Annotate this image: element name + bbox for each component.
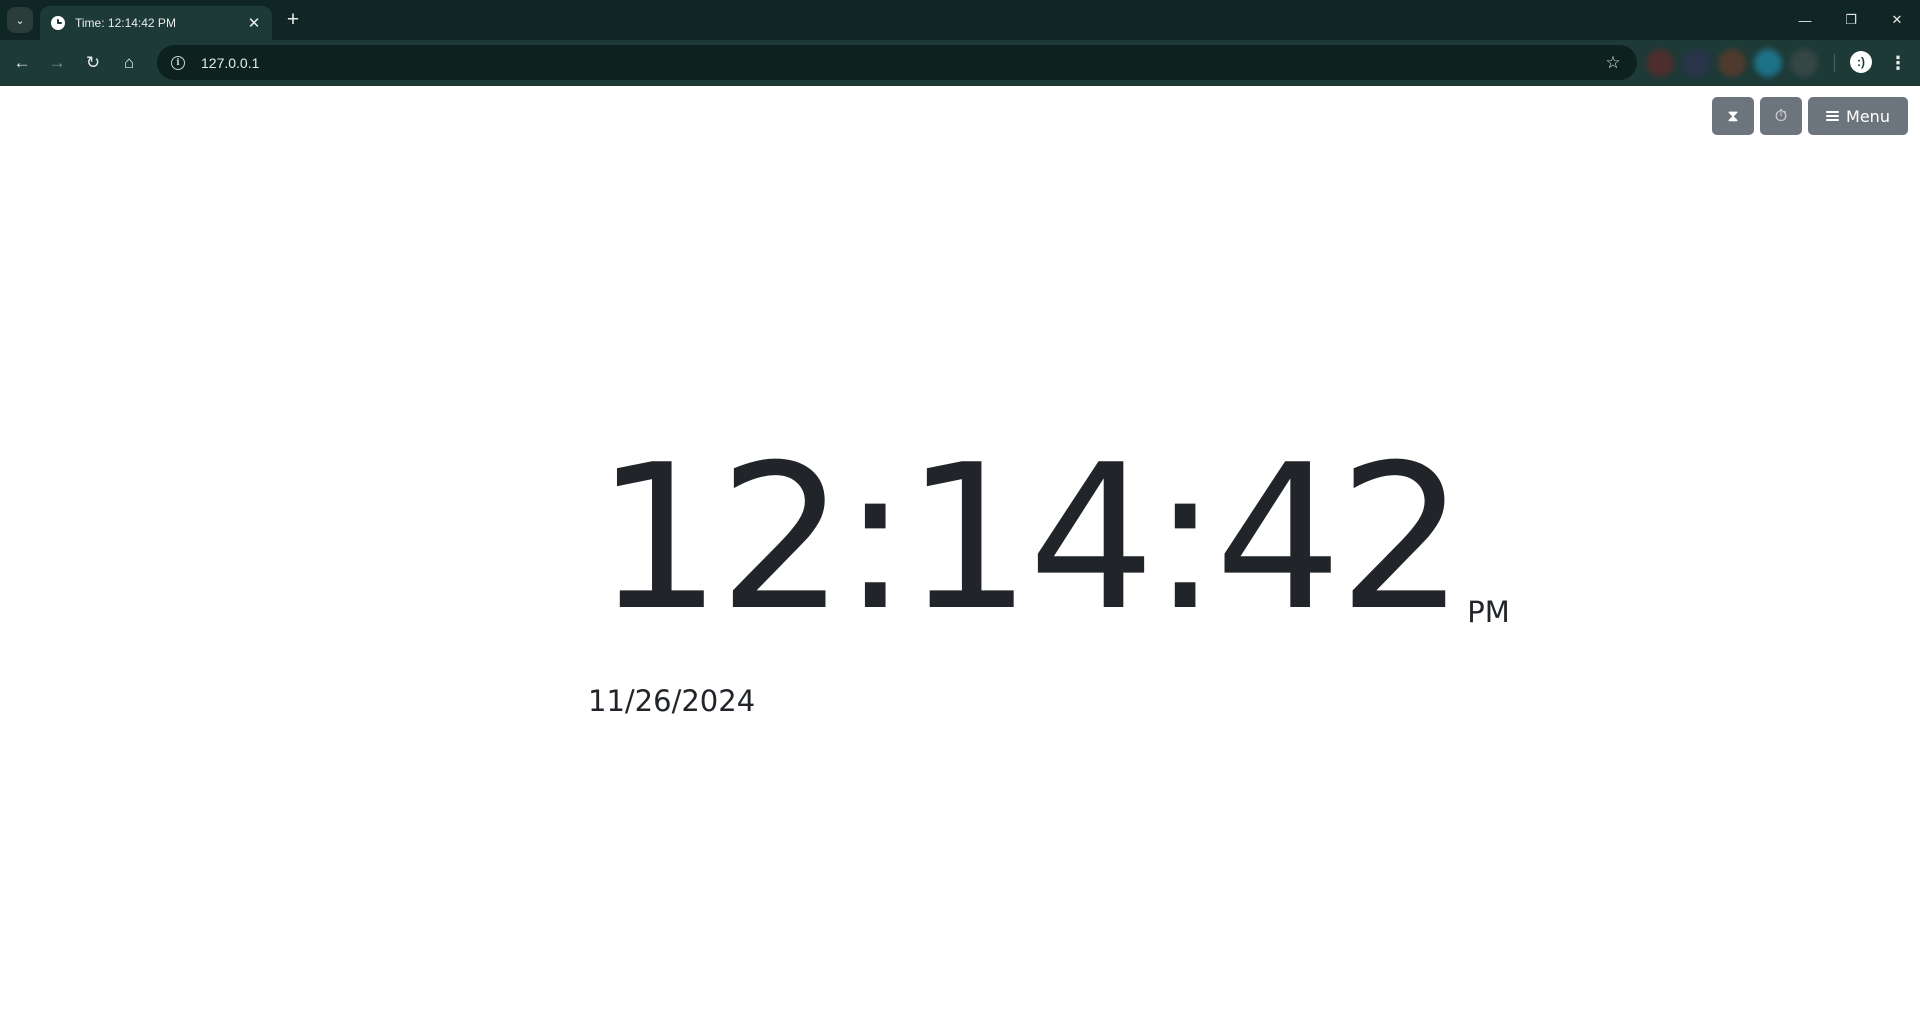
reload-icon: ↻ bbox=[85, 53, 101, 72]
hourglass-icon: ⧗ bbox=[1727, 106, 1739, 125]
menu-button[interactable]: Menu bbox=[1808, 97, 1908, 135]
tab-close-button[interactable]: ✕ bbox=[246, 15, 262, 31]
restore-button[interactable]: ❐ bbox=[1828, 0, 1874, 40]
clock-page: ⧗ ⏱ Menu 12:14:42 PM 11/26/2024 bbox=[0, 86, 1920, 1032]
toolbar-divider bbox=[1834, 54, 1835, 72]
stopwatch-button[interactable]: ⏱ bbox=[1760, 97, 1802, 135]
tab-search-button[interactable]: ⌄ bbox=[7, 7, 33, 33]
extension-icon[interactable] bbox=[1682, 49, 1710, 77]
tab-title: Time: 12:14:42 PM bbox=[75, 16, 176, 30]
site-info-button[interactable]: i bbox=[161, 46, 195, 80]
forward-button[interactable]: → bbox=[41, 47, 73, 79]
stopwatch-icon: ⏱ bbox=[1774, 106, 1788, 125]
clock-time: 12:14:42 bbox=[595, 422, 1465, 655]
menu-label: Menu bbox=[1846, 106, 1890, 126]
arrow-right-icon: → bbox=[48, 53, 66, 72]
address-bar[interactable]: i 127.0.0.1 ☆ bbox=[157, 45, 1637, 80]
clock-icon bbox=[51, 16, 65, 30]
kebab-icon: ⋮ bbox=[1889, 52, 1907, 73]
arrow-left-icon: ← bbox=[13, 53, 31, 72]
extension-icon[interactable] bbox=[1646, 49, 1674, 77]
clock-display: 12:14:42 PM bbox=[595, 439, 1510, 639]
browser-tabstrip: ⌄ Time: 12:14:42 PM ✕ + — ❐ ✕ bbox=[0, 0, 1920, 40]
reload-button[interactable]: ↻ bbox=[77, 47, 109, 79]
clock-date: 11/26/2024 bbox=[588, 684, 756, 718]
home-icon: ⌂ bbox=[123, 53, 135, 72]
extension-icon[interactable] bbox=[1754, 49, 1782, 77]
browser-toolbar: ← → ↻ ⌂ i 127.0.0.1 ☆ :) ⋮ bbox=[0, 40, 1920, 86]
info-icon: i bbox=[171, 55, 185, 70]
browser-menu-button[interactable]: ⋮ bbox=[1882, 47, 1914, 79]
profile-icon: :) bbox=[1857, 55, 1865, 69]
address-input[interactable]: 127.0.0.1 bbox=[201, 55, 1597, 71]
minimize-button[interactable]: — bbox=[1782, 0, 1828, 40]
plus-icon: + bbox=[286, 8, 300, 31]
extension-icon[interactable] bbox=[1718, 49, 1746, 77]
new-tab-button[interactable]: + bbox=[280, 7, 306, 33]
top-actions: ⧗ ⏱ Menu bbox=[1712, 97, 1908, 135]
close-icon: ✕ bbox=[247, 14, 261, 32]
back-button[interactable]: ← bbox=[6, 47, 38, 79]
star-icon: ☆ bbox=[1605, 52, 1621, 72]
minimize-icon: — bbox=[1798, 12, 1812, 28]
restore-icon: ❐ bbox=[1845, 12, 1857, 27]
timer-button[interactable]: ⧗ bbox=[1712, 97, 1754, 135]
extensions-area bbox=[1646, 49, 1818, 77]
browser-tab-active[interactable]: Time: 12:14:42 PM ✕ bbox=[40, 6, 272, 40]
extension-icon[interactable] bbox=[1790, 49, 1818, 77]
close-icon: ✕ bbox=[1891, 12, 1903, 27]
clock-ampm: PM bbox=[1467, 595, 1510, 629]
window-controls: — ❐ ✕ bbox=[1782, 0, 1920, 40]
bookmark-button[interactable]: ☆ bbox=[1597, 47, 1629, 79]
profile-button[interactable]: :) bbox=[1850, 51, 1872, 73]
hamburger-icon bbox=[1826, 111, 1840, 121]
chevron-down-icon: ⌄ bbox=[15, 14, 25, 27]
window-close-button[interactable]: ✕ bbox=[1874, 0, 1920, 40]
home-button[interactable]: ⌂ bbox=[113, 47, 145, 79]
